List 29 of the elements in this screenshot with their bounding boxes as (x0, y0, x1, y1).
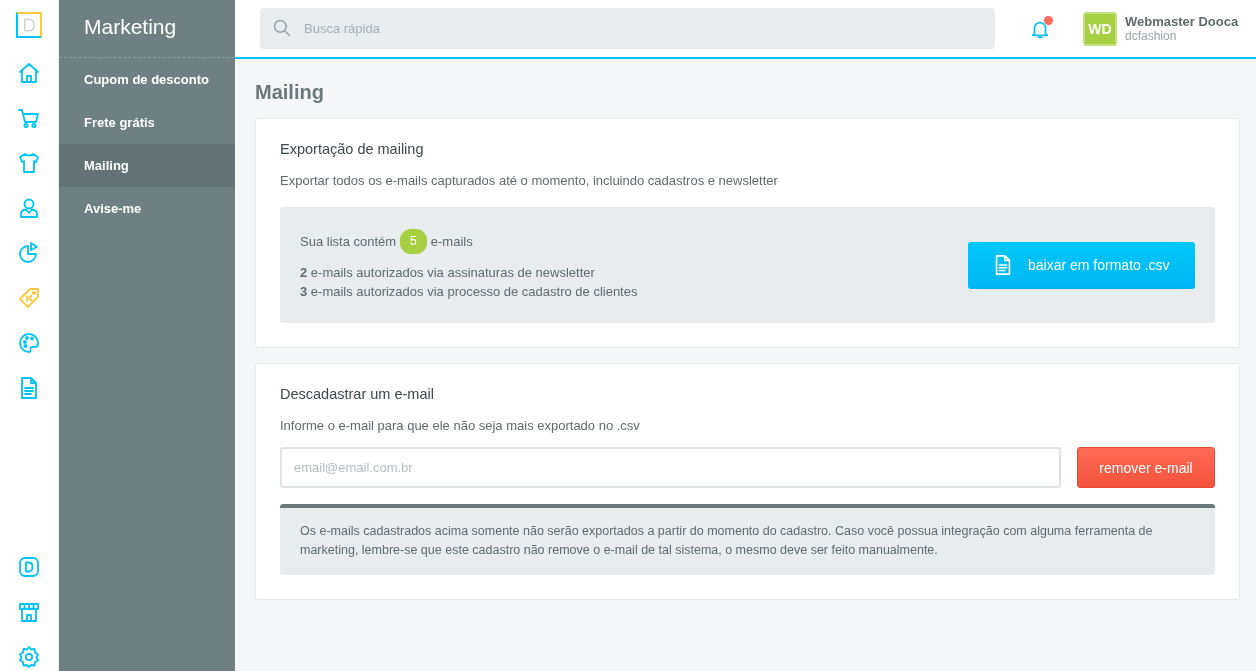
summary-text: e-mails (430, 233, 473, 251)
search-field[interactable]: Busca rápida (260, 8, 995, 49)
shirt-icon[interactable] (17, 150, 41, 175)
card-description: Exportar todos os e-mails capturados até o momento, incluindo cadastros e newsletter (280, 173, 779, 188)
notice-text: Os e-mails cadastrados acima somente não serão exportados a partir do momento do cadastro. Caso você possua integração com alguma ferramenta de marketing, lembre-se que este cadastro não remove o e-mail de tal sistema, o mesmo deve ser feito manualmente. (280, 504, 1215, 575)
remove-email-button[interactable]: remover e-mail (1077, 447, 1215, 488)
user-name: Webmaster Dooca (1125, 14, 1239, 29)
sidebar-item[interactable]: Frete grátis (59, 101, 235, 144)
sidebar-item[interactable]: Mailing (59, 144, 235, 187)
pie-chart-icon[interactable] (17, 240, 41, 265)
letter-d-icon[interactable] (17, 554, 41, 579)
store-name: dcfashion (1125, 29, 1178, 43)
summary-text: Sua lista contém (300, 233, 397, 251)
settings-icon[interactable] (17, 644, 41, 669)
card-title: Descadastrar um e-mail (280, 386, 435, 402)
logo-icon[interactable] (16, 12, 42, 38)
card-description: Informe o e-mail para que ele não seja mais exportado no .csv (280, 418, 641, 433)
authorization-line: 2 e-mails autorizados via assinaturas de newsletter (300, 264, 596, 282)
email-field[interactable]: email@email.com.br (280, 447, 1061, 488)
sidebar-item[interactable]: Avise-me (59, 187, 235, 230)
tag-icon[interactable] (17, 285, 41, 310)
palette-icon[interactable] (17, 330, 41, 355)
home-icon[interactable] (17, 60, 41, 85)
sidebar-item[interactable]: Cupom de desconto (59, 58, 235, 101)
card-title: Exportação de mailing (280, 141, 425, 157)
email-count: 5 (400, 229, 427, 254)
authorization-line: 3 e-mails autorizados via processo de cadastro de clientes (300, 283, 639, 301)
page-title: Mailing (255, 81, 325, 104)
download-csv-button[interactable]: baixar em formato .csv (968, 241, 1195, 289)
